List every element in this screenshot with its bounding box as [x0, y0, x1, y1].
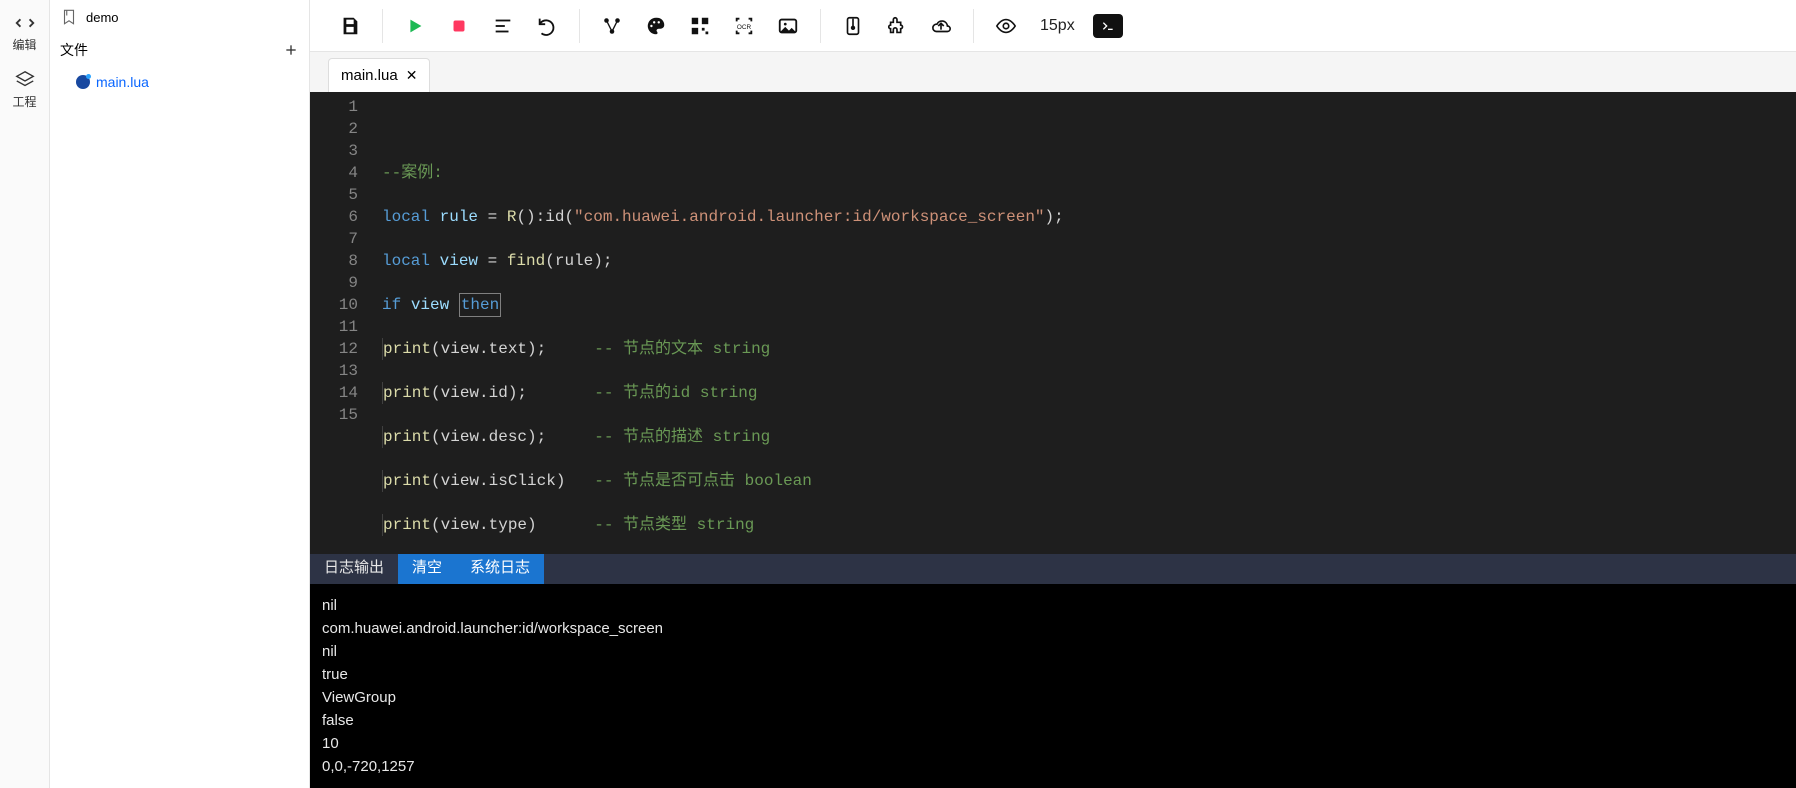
tab-system-log[interactable]: 系统日志: [456, 554, 544, 584]
separator: [820, 9, 821, 43]
log-line: 0,0,-720,1257: [322, 755, 1784, 778]
left-rail: 编辑 工程: [0, 0, 50, 788]
undo-icon: [536, 15, 558, 37]
tree-item-main-lua[interactable]: main.lua: [70, 70, 309, 94]
project-name: demo: [86, 10, 119, 25]
plugin-button[interactable]: [875, 4, 919, 48]
image-icon: [777, 15, 799, 37]
files-header: 文件: [50, 34, 309, 66]
log-line: nil: [322, 640, 1784, 663]
terminal-button[interactable]: [1093, 14, 1123, 38]
log-output[interactable]: nil com.huawei.android.launcher:id/works…: [310, 584, 1796, 788]
save-icon: [339, 15, 361, 37]
file-tree: main.lua: [50, 66, 309, 94]
zip-icon: [842, 15, 864, 37]
bookmark-icon: [60, 8, 78, 26]
ocr-icon: OCR: [733, 15, 755, 37]
log-line: com.huawei.android.launcher:id/workspace…: [322, 617, 1784, 640]
rail-project[interactable]: 工程: [0, 63, 50, 120]
stop-button[interactable]: [437, 4, 481, 48]
format-button[interactable]: [481, 4, 525, 48]
tab-main-lua[interactable]: main.lua ✕: [328, 58, 430, 92]
tree-item-label: main.lua: [96, 74, 149, 90]
separator: [579, 9, 580, 43]
code-body[interactable]: --案例: local rule = R():id("com.huawei.an…: [370, 92, 1218, 554]
close-icon[interactable]: ✕: [406, 67, 418, 84]
image-button[interactable]: [766, 4, 810, 48]
tab-log-output[interactable]: 日志输出: [310, 554, 398, 584]
play-icon: [404, 15, 426, 37]
rail-edit[interactable]: 编辑: [0, 6, 50, 63]
nodes-button[interactable]: [590, 4, 634, 48]
save-button[interactable]: [328, 4, 372, 48]
gutter: 123456789101112131415: [310, 92, 370, 554]
font-size-label[interactable]: 15px: [1028, 17, 1087, 35]
files-header-label: 文件: [60, 40, 88, 60]
undo-button[interactable]: [525, 4, 569, 48]
preview-button[interactable]: [984, 4, 1028, 48]
cloud-upload-icon: [930, 15, 952, 37]
log-line: nil: [322, 594, 1784, 617]
upload-button[interactable]: [919, 4, 963, 48]
tabbar: main.lua ✕: [310, 52, 1796, 92]
palette-icon: [645, 15, 667, 37]
layers-icon: [14, 69, 36, 91]
eye-icon: [995, 15, 1017, 37]
align-icon: [492, 15, 514, 37]
terminal-icon: [1100, 18, 1116, 34]
code-icon: [14, 12, 36, 34]
lua-file-icon: [76, 75, 90, 89]
rail-project-label: 工程: [12, 93, 36, 110]
rail-edit-label: 编辑: [12, 36, 36, 53]
log-line: 10: [322, 732, 1784, 755]
nodes-icon: [601, 15, 623, 37]
tab-label: main.lua: [341, 67, 398, 84]
main-area: OCR 15px main.lua ✕ 12345678910111213141…: [310, 0, 1796, 788]
run-button[interactable]: [393, 4, 437, 48]
log-line: false: [322, 709, 1784, 732]
log-line: true: [322, 663, 1784, 686]
qr-icon: [689, 15, 711, 37]
toolbar: OCR 15px: [310, 0, 1796, 52]
code-editor[interactable]: 123456789101112131415 --案例: local rule =…: [310, 92, 1796, 788]
log-line: ViewGroup: [322, 686, 1784, 709]
ocr-button[interactable]: OCR: [722, 4, 766, 48]
output-panel: 日志输出 清空 系统日志 nil com.huawei.android.laun…: [310, 554, 1796, 788]
output-tabs: 日志输出 清空 系统日志: [310, 554, 1796, 584]
qr-button[interactable]: [678, 4, 722, 48]
tab-clear[interactable]: 清空: [398, 554, 456, 584]
plus-icon[interactable]: [283, 42, 299, 58]
puzzle-icon: [886, 15, 908, 37]
project-row[interactable]: demo: [50, 0, 309, 34]
separator: [382, 9, 383, 43]
stop-icon: [448, 15, 470, 37]
zip-button[interactable]: [831, 4, 875, 48]
file-panel: demo 文件 main.lua: [50, 0, 310, 788]
separator: [973, 9, 974, 43]
palette-button[interactable]: [634, 4, 678, 48]
svg-text:OCR: OCR: [737, 23, 752, 30]
